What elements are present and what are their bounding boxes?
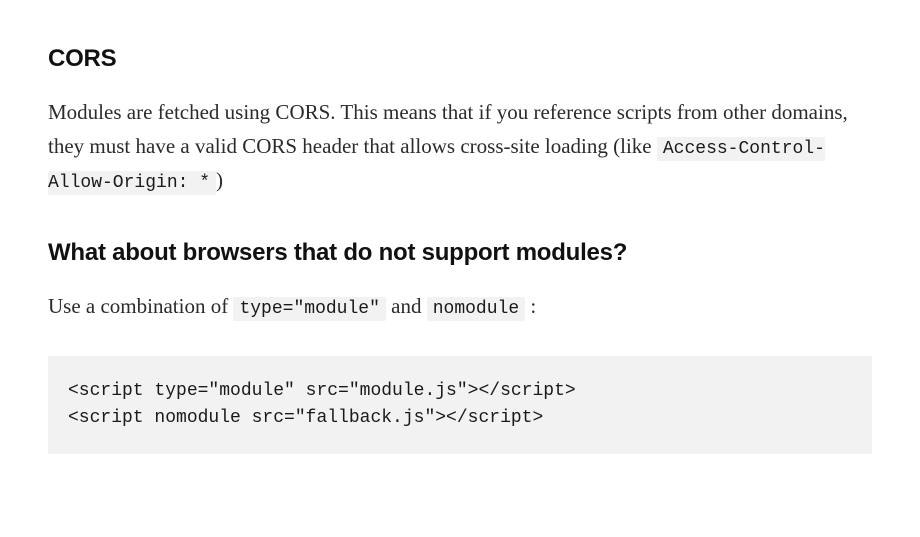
text-nomodule-1: Use a combination of: [48, 294, 233, 318]
code-type-module: type="module": [233, 297, 385, 321]
text-cors-2: ): [216, 168, 223, 192]
text-nomodule-2: and: [386, 294, 427, 318]
heading-cors: CORS: [48, 40, 872, 78]
code-nomodule-attr: nomodule: [427, 297, 525, 321]
paragraph-cors: Modules are fetched using CORS. This mea…: [48, 96, 872, 197]
heading-nomodule: What about browsers that do not support …: [48, 234, 872, 272]
section-nomodule: What about browsers that do not support …: [48, 234, 872, 454]
text-nomodule-3: :: [525, 294, 536, 318]
codeblock-module-fallback: <script type="module" src="module.js"></…: [48, 356, 872, 454]
section-cors: CORS Modules are fetched using CORS. Thi…: [48, 40, 872, 198]
paragraph-nomodule: Use a combination of type="module" and n…: [48, 290, 872, 324]
